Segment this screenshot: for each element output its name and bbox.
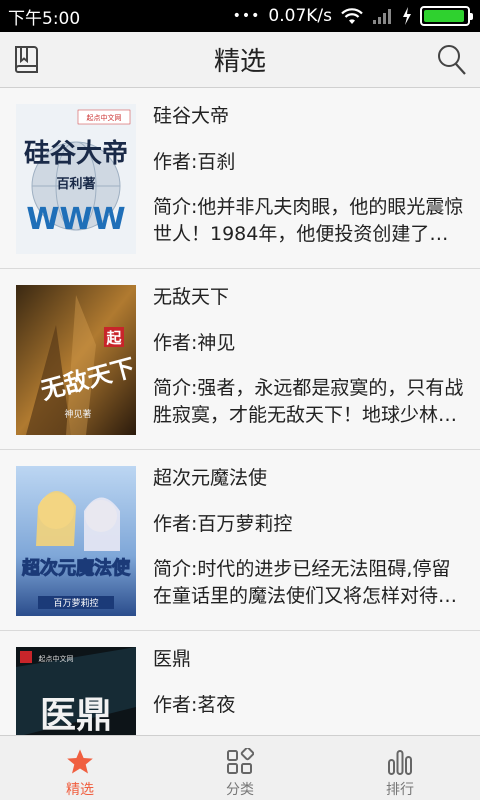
book-cover: 起点中文网 医鼎 (16, 647, 136, 735)
cover-title: 医鼎 (40, 694, 112, 735)
tab-ranking[interactable]: 排行 (320, 736, 480, 800)
cover-tag: WWW (26, 202, 125, 237)
book-title: 超次元魔法使 (153, 467, 268, 489)
book-description: 简介:强者，永远都是寂寞的，只有战胜寂寞，才能无敌天下！地球少林世家… (153, 377, 464, 426)
book-list-item[interactable]: 超次元魔法使 百万萝莉控 超次元魔法使 作者:百万萝莉控 简介:时代的进步已经无… (0, 450, 480, 631)
network-speed: 0.07K/s (268, 6, 332, 26)
cover-badge: 起 (105, 329, 122, 347)
cover-title: 硅谷大帝 (24, 138, 128, 169)
ranking-icon (388, 750, 412, 775)
tab-label: 排行 (386, 782, 414, 798)
book-info: 医鼎 作者:茗夜 (153, 647, 464, 735)
search-icon[interactable] (436, 43, 468, 77)
wifi-icon (340, 7, 364, 25)
battery-icon (420, 6, 473, 26)
signal-icon (372, 7, 394, 25)
tab-category[interactable]: 分类 (160, 736, 320, 800)
book-icon[interactable] (12, 44, 42, 76)
notification-dots-icon: ••• (232, 8, 261, 24)
tab-label: 精选 (66, 782, 94, 798)
tab-featured[interactable]: 精选 (0, 736, 160, 800)
title-bar: 精选 (0, 32, 480, 88)
cover-publisher: 起点中文网 (87, 113, 122, 122)
star-icon (67, 749, 93, 774)
book-list-item[interactable]: 起 无敌天下 神见著 无敌天下 作者:神见 简介:强者，永远都是寂寞的，只有战胜… (0, 269, 480, 450)
cover-title: 超次元魔法使 (22, 557, 131, 579)
book-author: 作者:百万萝莉控 (153, 513, 293, 535)
tab-label: 分类 (226, 782, 254, 798)
cover-publisher: 起点中文网 (39, 654, 74, 663)
book-author: 作者:神见 (153, 332, 236, 354)
charging-icon (402, 7, 412, 25)
book-list[interactable]: 起点中文网 硅谷大帝 百利著 WWW 硅谷大帝 作者:百刹 简介:他并非凡夫肉眼… (0, 88, 480, 735)
book-info: 无敌天下 作者:神见 简介:强者，永远都是寂寞的，只有战胜寂寞，才能无敌天下！地… (153, 285, 464, 429)
book-info: 硅谷大帝 作者:百刹 简介:他并非凡夫肉眼，他的眼光震惊世人！1984年，他便投… (153, 104, 464, 248)
book-cover: 起 无敌天下 神见著 (16, 285, 136, 435)
book-list-item[interactable]: 起点中文网 医鼎 医鼎 作者:茗夜 (0, 631, 480, 735)
bottom-nav: 精选 分类 排行 (0, 735, 480, 800)
book-info: 超次元魔法使 作者:百万萝莉控 简介:时代的进步已经无法阻碍,停留在童话里的魔法… (153, 466, 464, 610)
status-indicators: ••• 0.07K/s (232, 6, 473, 26)
page-title: 精选 (213, 47, 266, 77)
book-title: 无敌天下 (153, 286, 230, 308)
book-cover: 起点中文网 硅谷大帝 百利著 WWW (16, 104, 136, 254)
book-list-item[interactable]: 起点中文网 硅谷大帝 百利著 WWW 硅谷大帝 作者:百刹 简介:他并非凡夫肉眼… (0, 88, 480, 269)
book-author: 作者:百刹 (153, 151, 236, 173)
book-cover: 超次元魔法使 百万萝莉控 (16, 466, 136, 616)
category-icon (227, 748, 254, 774)
book-title: 医鼎 (153, 648, 192, 670)
cover-author: 神见著 (64, 408, 91, 420)
cover-author: 百万萝莉控 (53, 597, 98, 609)
status-bar: 下午5:00 ••• 0.07K/s (0, 0, 480, 32)
status-time: 下午5:00 (8, 8, 81, 29)
book-title: 硅谷大帝 (153, 105, 230, 127)
cover-author: 百利著 (56, 176, 95, 192)
battery-level (424, 10, 464, 22)
book-description: 简介:他并非凡夫肉眼，他的眼光震惊世人！1984年，他便投资创建了思科，… (153, 196, 464, 245)
book-author: 作者:茗夜 (153, 694, 236, 716)
book-description: 简介:时代的进步已经无法阻碍,停留在童话里的魔法使们又将怎样对待闯入… (153, 558, 458, 607)
